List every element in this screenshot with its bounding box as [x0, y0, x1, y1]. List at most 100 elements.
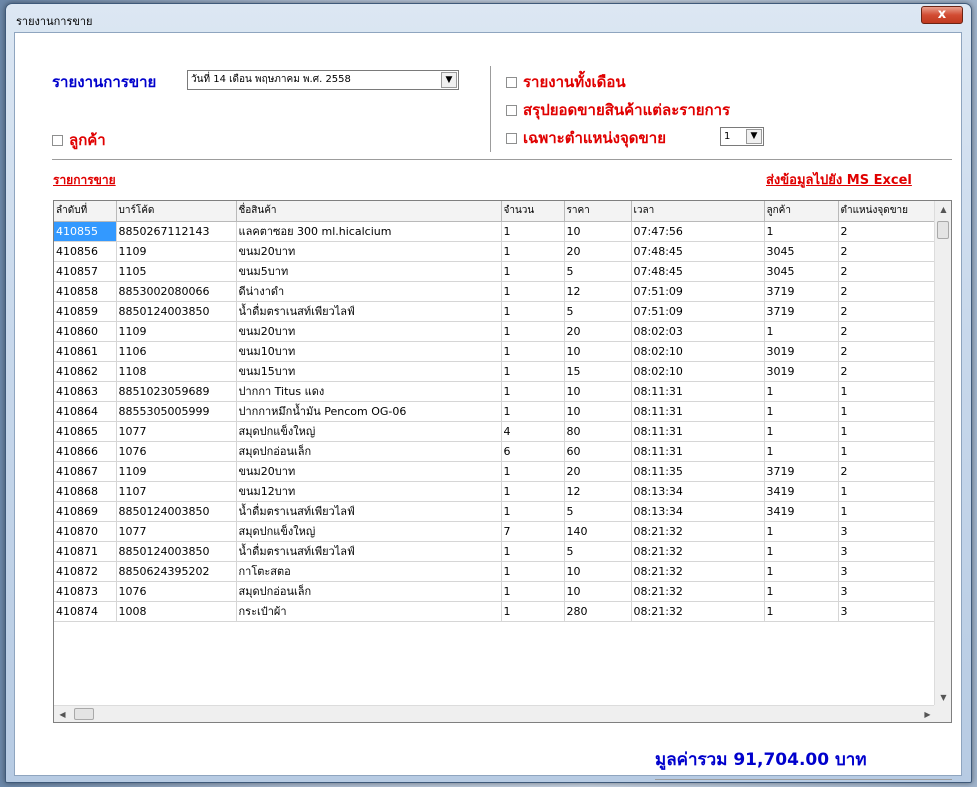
table-cell[interactable]: 1 — [501, 561, 565, 582]
column-header[interactable]: ลูกค้า — [764, 201, 839, 222]
table-cell[interactable]: 8850624395202 — [116, 561, 237, 582]
table-cell[interactable]: 3019 — [764, 341, 839, 362]
table-cell[interactable]: 410871 — [54, 541, 117, 562]
table-cell[interactable]: 10 — [564, 581, 632, 602]
column-header[interactable]: ตำแหน่งจุดขาย — [838, 201, 936, 222]
table-cell[interactable]: 2 — [838, 361, 936, 382]
table-cell[interactable]: 20 — [564, 241, 632, 262]
table-cell[interactable]: 3045 — [764, 241, 839, 262]
table-cell[interactable]: 1108 — [116, 361, 237, 382]
table-cell[interactable]: ขนม10บาท — [236, 341, 502, 362]
close-button[interactable]: x — [921, 6, 963, 24]
table-cell[interactable]: 07:48:45 — [631, 261, 765, 282]
month-report-row[interactable]: รายงานทั้งเดือน — [506, 70, 626, 94]
table-cell[interactable]: 08:11:31 — [631, 441, 765, 462]
table-cell[interactable]: 1076 — [116, 441, 237, 462]
pos-combo[interactable]: 1 ▼ — [720, 127, 764, 146]
table-cell[interactable]: 1 — [501, 381, 565, 402]
table-cell[interactable]: 3045 — [764, 261, 839, 282]
table-cell[interactable]: 10 — [564, 341, 632, 362]
items-link[interactable]: รายการขาย — [53, 171, 116, 190]
table-cell[interactable]: 3 — [838, 581, 936, 602]
table-cell[interactable]: 410855 — [54, 221, 117, 242]
table-cell[interactable]: 3719 — [764, 461, 839, 482]
table-cell[interactable]: 07:51:09 — [631, 301, 765, 322]
table-cell[interactable]: 08:21:32 — [631, 581, 765, 602]
table-cell[interactable]: 410857 — [54, 261, 117, 282]
table-cell[interactable]: ขนม20บาท — [236, 461, 502, 482]
table-cell[interactable]: 12 — [564, 481, 632, 502]
table-cell[interactable]: 410862 — [54, 361, 117, 382]
table-row[interactable]: 410861 1106 ขนม10บาท 1 10 08:02:10 3019 2 — [54, 341, 936, 362]
table-cell[interactable]: 3019 — [764, 361, 839, 382]
table-cell[interactable]: 410874 — [54, 601, 117, 622]
table-row[interactable]: 410858 8853002080066 ดีน่างาดำ 1 12 07:51:09 3… — [54, 281, 936, 302]
table-cell[interactable]: 1 — [764, 441, 839, 462]
table-cell[interactable]: 2 — [838, 321, 936, 342]
table-cell[interactable]: 2 — [838, 241, 936, 262]
table-row[interactable]: 410869 8850124003850 น้ำดื่มตราเนสท์เพียวไ… — [54, 501, 936, 522]
table-row[interactable]: 410874 1008 กระเป๋าผ้า 1 280 08:21:32 1 3 — [54, 601, 936, 622]
table-cell[interactable]: 1 — [501, 261, 565, 282]
table-cell[interactable]: 8855305005999 — [116, 401, 237, 422]
table-cell[interactable]: 8850267112143 — [116, 221, 237, 242]
table-cell[interactable]: 2 — [838, 461, 936, 482]
table-cell[interactable]: 1 — [501, 361, 565, 382]
table-cell[interactable]: สมุดปกแข็งใหญ่ — [236, 521, 502, 542]
export-excel-link[interactable]: ส่งข้อมูลไปยัง MS Excel — [766, 169, 912, 190]
column-header[interactable]: ลำดับที่ — [54, 201, 117, 222]
table-cell[interactable]: 1 — [501, 221, 565, 242]
table-cell[interactable]: 2 — [838, 301, 936, 322]
customer-checkbox-row[interactable]: ลูกค้า — [52, 128, 106, 152]
table-cell[interactable]: น้ำดื่มตราเนสท์เพียวไลฟ์ — [236, 301, 502, 322]
table-row[interactable]: 410868 1107 ขนม12บาท 1 12 08:13:34 3419 1 — [54, 481, 936, 502]
table-cell[interactable]: 08:21:32 — [631, 541, 765, 562]
table-cell[interactable]: 10 — [564, 221, 632, 242]
vertical-scrollbar[interactable]: ▲ ▼ — [934, 201, 951, 706]
table-cell[interactable]: 140 — [564, 521, 632, 542]
table-cell[interactable]: 8850124003850 — [116, 501, 237, 522]
chevron-down-icon[interactable]: ▼ — [746, 129, 762, 144]
table-cell[interactable]: 1 — [501, 481, 565, 502]
table-cell[interactable]: ขนม15บาท — [236, 361, 502, 382]
table-cell[interactable]: 1105 — [116, 261, 237, 282]
vertical-scroll-thumb[interactable] — [937, 221, 949, 239]
table-cell[interactable]: 3 — [838, 541, 936, 562]
table-cell[interactable]: 20 — [564, 461, 632, 482]
table-cell[interactable]: 2 — [838, 281, 936, 302]
table-cell[interactable]: 1 — [501, 541, 565, 562]
table-cell[interactable]: 08:02:10 — [631, 341, 765, 362]
table-cell[interactable]: ขนม5บาท — [236, 261, 502, 282]
table-cell[interactable]: 1 — [501, 401, 565, 422]
table-cell[interactable]: 20 — [564, 321, 632, 342]
table-cell[interactable]: 08:21:32 — [631, 601, 765, 622]
table-cell[interactable]: สมุดปกแข็งใหญ่ — [236, 421, 502, 442]
summary-row[interactable]: สรุปยอดขายสินค้าแต่ละรายการ — [506, 98, 730, 122]
table-cell[interactable]: 08:02:03 — [631, 321, 765, 342]
table-cell[interactable]: ปากกาหมึกน้ำมัน Pencom OG-06 — [236, 401, 502, 422]
table-cell[interactable]: 4 — [501, 421, 565, 442]
table-cell[interactable]: 3 — [838, 601, 936, 622]
table-cell[interactable]: 60 — [564, 441, 632, 462]
table-cell[interactable]: 410864 — [54, 401, 117, 422]
table-cell[interactable]: 1 — [764, 401, 839, 422]
column-header[interactable]: เวลา — [631, 201, 765, 222]
table-cell[interactable]: 410865 — [54, 421, 117, 442]
table-cell[interactable]: 10 — [564, 561, 632, 582]
table-cell[interactable]: 1 — [764, 321, 839, 342]
month-report-checkbox[interactable] — [506, 76, 517, 88]
table-cell[interactable]: 08:21:32 — [631, 561, 765, 582]
table-cell[interactable]: 1077 — [116, 521, 237, 542]
table-cell[interactable]: น้ำดื่มตราเนสท์เพียวไลฟ์ — [236, 541, 502, 562]
column-header[interactable]: จำนวน — [501, 201, 565, 222]
sales-grid[interactable]: ลำดับที่ บาร์โค้ด ชื่อสินค้า จำนวน ราคา เวลาล… — [53, 200, 952, 723]
table-cell[interactable]: 1 — [838, 481, 936, 502]
table-cell[interactable]: ดีน่างาดำ — [236, 281, 502, 302]
pos-only-checkbox[interactable] — [506, 132, 517, 144]
table-cell[interactable]: 08:13:34 — [631, 481, 765, 502]
table-cell[interactable]: 410863 — [54, 381, 117, 402]
table-cell[interactable]: 8850124003850 — [116, 541, 237, 562]
table-cell[interactable]: 08:13:34 — [631, 501, 765, 522]
customer-checkbox[interactable] — [52, 134, 63, 146]
table-cell[interactable]: น้ำดื่มตราเนสท์เพียวไลฟ์ — [236, 501, 502, 522]
